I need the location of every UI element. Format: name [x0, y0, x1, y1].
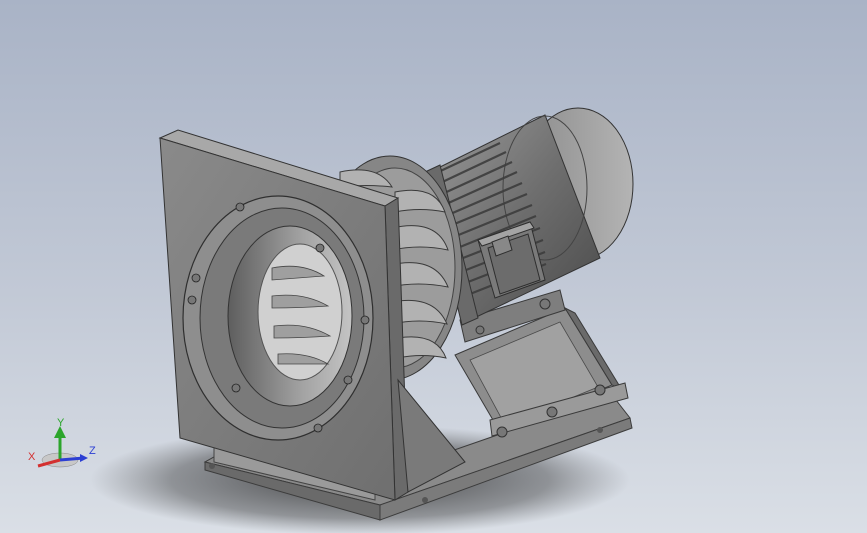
- z-axis-arrow: [80, 454, 88, 462]
- axis-triad: Y X Z: [28, 417, 96, 468]
- inlet-flange[interactable]: [182, 195, 374, 441]
- x-axis-label: X: [28, 451, 36, 463]
- y-axis-label: Y: [57, 417, 65, 429]
- fan-3d-model[interactable]: [0, 0, 867, 533]
- graphics-viewport[interactable]: Y X Z: [0, 0, 867, 533]
- z-axis-label: Z: [89, 445, 96, 457]
